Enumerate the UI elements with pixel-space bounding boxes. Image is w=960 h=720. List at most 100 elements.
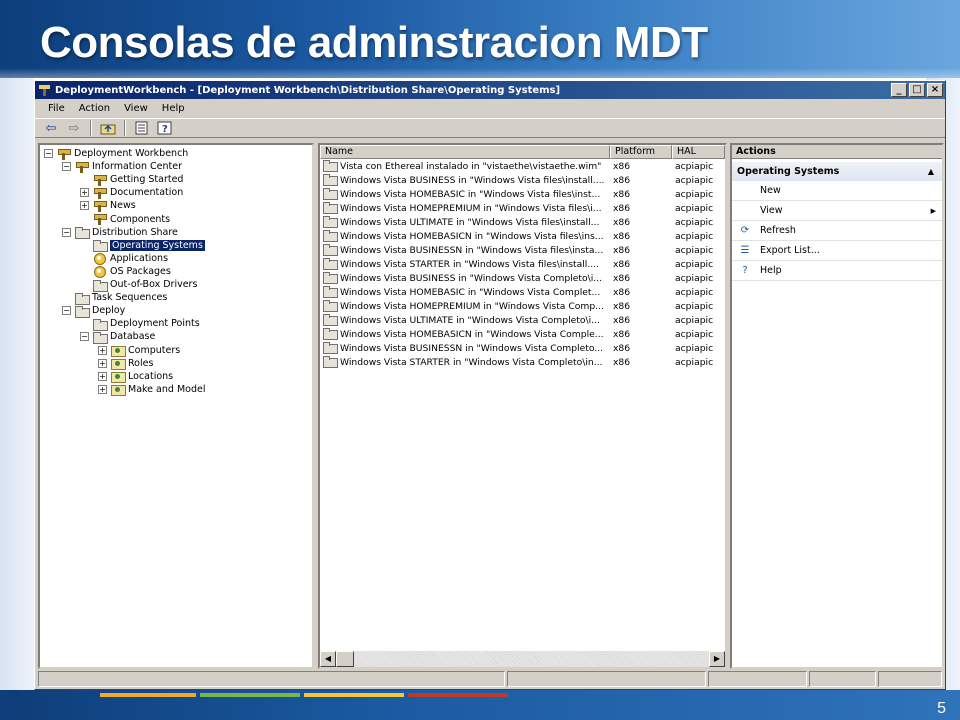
expand-icon[interactable]: + — [80, 201, 89, 211]
footer-color-strip — [304, 693, 404, 697]
table-row[interactable]: Windows Vista ULTIMATE in "Windows Vista… — [320, 215, 725, 229]
workbench-icon — [74, 161, 89, 173]
tree-item-components[interactable]: Components — [80, 213, 170, 226]
table-row[interactable]: Windows Vista STARTER in "Windows Vista … — [320, 355, 725, 369]
collapse-icon[interactable]: − — [44, 149, 53, 158]
action-export-list[interactable]: ☰ Export List... — [732, 241, 942, 261]
tree-item-deployment-workbench[interactable]: − Deployment Workbench — [44, 147, 188, 160]
collapse-icon[interactable]: − — [62, 306, 71, 316]
slide-title: Consolas de adminstracion MDT — [40, 18, 708, 67]
action-label: Help — [760, 265, 782, 276]
tree-item-out-of-box-drivers[interactable]: Out-of-Box Drivers — [80, 278, 197, 292]
os-platform: x86 — [613, 328, 631, 340]
operating-system-icon — [323, 356, 338, 368]
collapse-icon[interactable]: − — [80, 332, 89, 342]
menu-help[interactable]: Help — [155, 103, 192, 114]
tree-item-make-and-model[interactable]: + Make and Model — [98, 383, 205, 397]
folder-icon — [92, 239, 108, 253]
tree-item-os-packages[interactable]: OS Packages — [80, 265, 171, 279]
expand-icon[interactable]: + — [98, 345, 107, 355]
tree-item-locations[interactable]: + Locations — [98, 370, 173, 384]
scroll-left-icon[interactable]: ◀ — [320, 651, 336, 667]
minimize-button[interactable]: _ — [891, 83, 907, 97]
table-row[interactable]: Windows Vista HOMEBASIC in "Windows Vist… — [320, 285, 725, 299]
operating-system-icon — [323, 258, 338, 270]
operating-system-icon — [323, 342, 338, 354]
table-row[interactable]: Windows Vista ULTIMATE in "Windows Vista… — [320, 313, 725, 327]
tree-item-news[interactable]: + News — [80, 199, 136, 212]
scrollbar-thumb[interactable] — [336, 651, 354, 667]
maximize-button[interactable]: □ — [909, 83, 925, 97]
table-row[interactable]: Windows Vista BUSINESS in "Windows Vista… — [320, 271, 725, 285]
menu-file[interactable]: File — [41, 103, 72, 114]
expand-icon[interactable]: + — [98, 384, 107, 394]
operating-system-icon — [323, 300, 338, 312]
tree-item-roles[interactable]: + Roles — [98, 357, 153, 371]
os-hal: acpiapic — [675, 356, 714, 368]
forward-icon[interactable]: ⇨ — [64, 120, 84, 136]
horizontal-scrollbar[interactable]: ◀ ▶ — [320, 651, 725, 667]
action-refresh[interactable]: ⟳ Refresh — [732, 221, 942, 241]
menu-view[interactable]: View — [117, 103, 155, 114]
collapse-icon[interactable]: − — [62, 227, 71, 237]
os-hal: acpiapic — [675, 286, 714, 298]
os-hal: acpiapic — [675, 300, 714, 312]
window-title: DeploymentWorkbench - [Deployment Workbe… — [55, 84, 561, 96]
tree-item-operating-systems[interactable]: Operating Systems — [80, 239, 205, 253]
column-header-platform[interactable]: Platform — [610, 145, 672, 159]
tree-item-computers[interactable]: + Computers — [98, 344, 180, 357]
table-row[interactable]: Windows Vista HOMEPREMIUM in "Windows Vi… — [320, 201, 725, 215]
table-row[interactable]: Windows Vista HOMEBASICN in "Windows Vis… — [320, 327, 725, 341]
blank-icon — [738, 205, 752, 217]
tree-item-database[interactable]: − Database — [80, 330, 155, 344]
back-icon[interactable]: ⇦ — [41, 120, 61, 136]
table-row[interactable]: Windows Vista BUSINESSN in "Windows Vist… — [320, 243, 725, 257]
tree-item-deploy[interactable]: − Deploy — [62, 304, 125, 318]
up-folder-icon[interactable] — [98, 120, 118, 136]
tree-item-documentation[interactable]: + Documentation — [80, 186, 183, 199]
title-bar[interactable]: DeploymentWorkbench - [Deployment Workbe… — [35, 81, 945, 99]
column-header-hal[interactable]: HAL — [672, 145, 725, 159]
close-button[interactable]: × — [927, 83, 943, 97]
gear-icon — [92, 265, 107, 279]
action-new[interactable]: New — [732, 181, 942, 201]
action-view[interactable]: View ▶ — [732, 201, 942, 221]
tree-item-task-sequences[interactable]: Task Sequences — [62, 291, 167, 305]
table-row[interactable]: Windows Vista HOMEBASIC in "Windows Vist… — [320, 187, 725, 201]
tree-item-information-center[interactable]: − Information Center — [62, 160, 182, 173]
tree-item-getting-started[interactable]: Getting Started — [80, 173, 183, 186]
os-name: Windows Vista HOMEPREMIUM in "Windows Vi… — [340, 203, 602, 214]
table-row[interactable]: Windows Vista BUSINESSN in "Windows Vist… — [320, 341, 725, 355]
export-list-icon[interactable] — [132, 120, 152, 136]
actions-section-operating-systems[interactable]: Operating Systems ▲ — [732, 162, 942, 181]
table-row[interactable]: Windows Vista HOMEBASICN in "Windows Vis… — [320, 229, 725, 243]
collapse-icon[interactable]: − — [62, 162, 71, 172]
status-cell — [878, 671, 943, 687]
expand-icon[interactable]: + — [80, 188, 89, 198]
tree-item-distribution-share[interactable]: − Distribution Share — [62, 226, 178, 240]
scroll-right-icon[interactable]: ▶ — [709, 651, 725, 667]
help-icon[interactable]: ? — [155, 120, 175, 136]
expand-icon[interactable]: + — [98, 371, 107, 381]
menu-action[interactable]: Action — [72, 103, 117, 114]
slide-number: 5 — [937, 700, 946, 717]
table-row[interactable]: Vista con Ethereal instalado in "vistaet… — [320, 159, 725, 173]
status-cell — [808, 671, 877, 687]
os-name: Windows Vista BUSINESS in "Windows Vista… — [340, 175, 605, 186]
column-header-name[interactable]: Name — [320, 145, 610, 159]
status-cell — [506, 671, 706, 687]
folder-icon — [92, 318, 108, 331]
operating-system-icon — [323, 216, 338, 228]
table-row[interactable]: Windows Vista STARTER in "Windows Vista … — [320, 257, 725, 271]
table-row[interactable]: Windows Vista BUSINESS in "Windows Vista… — [320, 173, 725, 187]
table-row[interactable]: Windows Vista HOMEPREMIUM in "Windows Vi… — [320, 299, 725, 313]
action-help[interactable]: ? Help — [732, 261, 942, 281]
tree-item-applications[interactable]: Applications — [80, 252, 168, 266]
workbench-icon — [92, 174, 107, 186]
tree-item-deployment-points[interactable]: Deployment Points — [80, 317, 200, 331]
scrollbar-track[interactable] — [354, 651, 709, 667]
expand-icon[interactable]: + — [98, 358, 107, 368]
workbench-icon — [92, 200, 107, 212]
collapse-up-icon[interactable]: ▲ — [928, 162, 934, 181]
